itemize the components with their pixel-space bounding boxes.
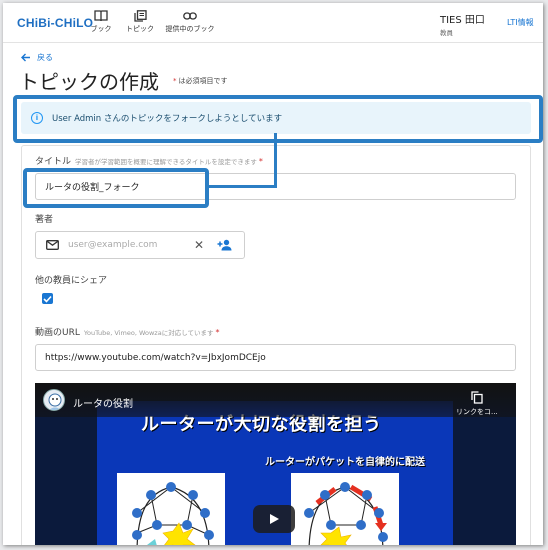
- required-note-text: は必須項目です: [178, 77, 228, 85]
- lti-info-link[interactable]: LTI情報: [507, 17, 534, 28]
- author-field-label: 著者: [35, 215, 54, 225]
- library-icon: [133, 10, 147, 22]
- info-icon: i: [31, 112, 43, 124]
- video-url-value: https://www.youtube.com/watch?v=JbxJomDC…: [45, 352, 266, 363]
- slide-subtitle: ルーターがパケットを自律的に配送: [265, 457, 425, 468]
- required-note: * は必須項目です: [173, 76, 228, 86]
- routing-diagram-image: [291, 473, 399, 545]
- video-title[interactable]: ルータの役割: [73, 395, 133, 410]
- arrow-left-icon: [21, 53, 30, 62]
- share-field-label: 他の教員にシェア: [35, 276, 108, 286]
- book-icon: [94, 10, 108, 22]
- play-button[interactable]: [253, 505, 295, 533]
- title-field-label: タイトル 学習者が学習範囲を概要に理解できるタイトルを設定できます *: [35, 154, 263, 167]
- user-role: 教員: [440, 29, 453, 37]
- nav-topics-label: トピック: [126, 25, 154, 33]
- back-label: 戻る: [37, 53, 53, 62]
- video-url-field-label: 動画のURL YouTube, Vimeo, Wowzaに対応しています *: [35, 325, 220, 338]
- fork-info-alert: i User Admin さんのトピックをフォークしようとしています: [21, 102, 531, 134]
- author-input[interactable]: user@example.com: [68, 240, 157, 250]
- nav-books-label: ブック: [90, 25, 112, 33]
- title-input-value: ルータの役割_フォーク: [45, 183, 140, 193]
- back-link[interactable]: 戻る: [21, 52, 53, 63]
- clear-icon[interactable]: ✕: [194, 239, 204, 251]
- network-diagram-image: [117, 473, 225, 545]
- page-title: トピックの作成: [19, 70, 159, 94]
- video-url-input[interactable]: https://www.youtube.com/watch?v=JbxJomDC…: [35, 344, 516, 371]
- video-player[interactable]: ルーターが大切な役割を担う ルーターがパケットを自律的に配送 ルータの役割 リン…: [35, 383, 516, 545]
- required-mark: *: [173, 77, 177, 85]
- check-icon: [43, 295, 52, 303]
- app-logo[interactable]: CHiBi-CHiLO: [17, 16, 93, 30]
- title-required-mark: *: [258, 157, 263, 166]
- share-checkbox[interactable]: [42, 293, 53, 304]
- channel-avatar[interactable]: [43, 389, 65, 411]
- nav-books[interactable]: ブック: [90, 10, 112, 34]
- nav-topics[interactable]: トピック: [125, 10, 155, 34]
- highlight-connector-vertical: [274, 133, 277, 186]
- title-label-text: タイトル: [35, 157, 72, 167]
- nav-linked-books[interactable]: 提供中のブック: [163, 10, 217, 34]
- alert-text: User Admin さんのトピックをフォークしようとしています: [52, 114, 283, 124]
- top-header: CHiBi-CHiLO ブック トピック 提供中のブック TIES 田口 教員 …: [3, 3, 543, 43]
- video-url-label-text: 動画のURL: [35, 328, 80, 338]
- nav-linked-books-label: 提供中のブック: [165, 25, 215, 33]
- link-icon: [183, 12, 197, 20]
- add-user-icon[interactable]: [217, 239, 232, 251]
- copy-link-label[interactable]: リンクをコ...: [456, 407, 498, 417]
- highlight-connector-horizontal: [209, 185, 277, 188]
- author-field[interactable]: user@example.com ✕: [35, 231, 245, 259]
- video-url-hint: YouTube, Vimeo, Wowzaに対応しています: [83, 329, 214, 337]
- user-name: TIES 田口: [440, 15, 485, 26]
- app-window: CHiBi-CHiLO ブック トピック 提供中のブック TIES 田口 教員 …: [3, 3, 543, 545]
- video-url-required-mark: *: [215, 328, 220, 337]
- play-icon: [270, 514, 279, 524]
- mail-icon: [46, 240, 59, 250]
- user-menu[interactable]: TIES 田口 教員: [440, 11, 485, 37]
- copy-link-icon[interactable]: [471, 391, 483, 404]
- title-hint: 学習者が学習範囲を概要に理解できるタイトルを設定できます: [75, 158, 257, 166]
